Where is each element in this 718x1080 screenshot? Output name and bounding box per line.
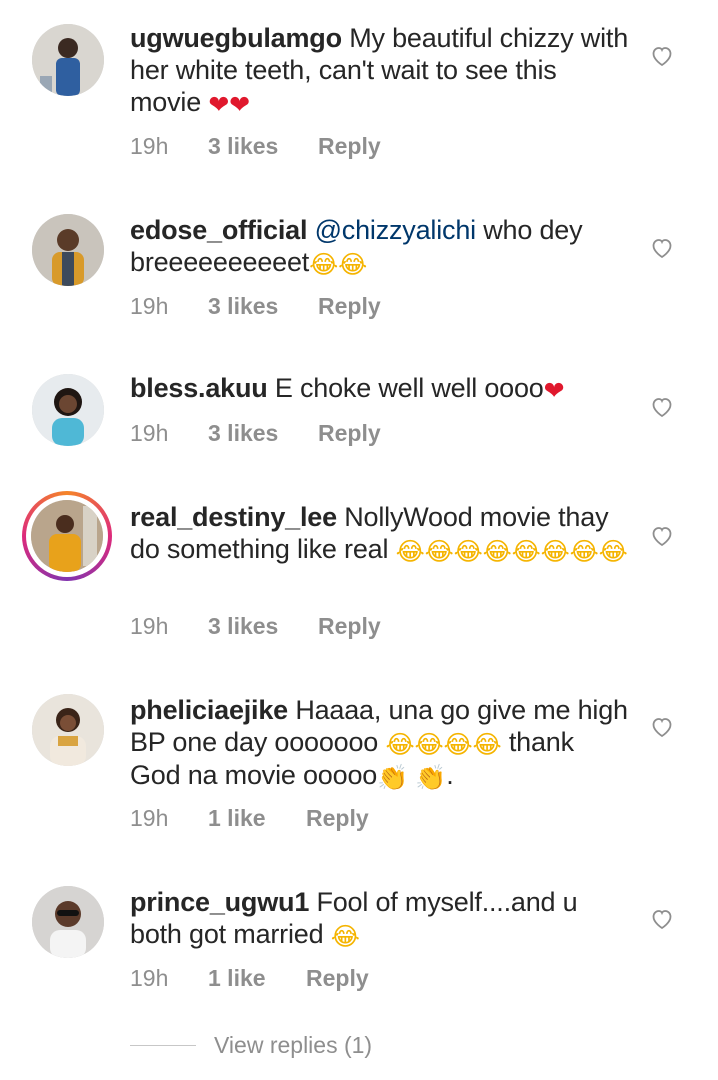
laughing-emoji-icon: 😂 (414, 731, 444, 759)
clapping-hands-emoji-icon: 👏 (415, 764, 447, 792)
comment-time: 19h (130, 805, 169, 831)
comment-likes[interactable]: 3 likes (208, 292, 318, 320)
comment-meta: 19h 3 likes Reply (130, 132, 381, 160)
laughing-emoji-icon: 😂 (395, 538, 425, 566)
comment-likes[interactable]: 1 like (208, 964, 306, 992)
comment-likes[interactable]: 3 likes (208, 132, 318, 160)
red-heart-emoji-icon: ❤ (229, 91, 250, 119)
like-heart-icon[interactable] (650, 907, 674, 931)
laughing-emoji-icon: 😂 (569, 538, 599, 566)
red-heart-emoji-icon: ❤ (543, 377, 565, 405)
like-heart-icon[interactable] (650, 524, 674, 548)
red-heart-emoji-icon: ❤ (208, 91, 230, 119)
reply-button[interactable]: Reply (318, 292, 381, 320)
comment-text: bless.akuu E choke well well oooo❤ (130, 372, 630, 405)
comment-time: 19h (130, 420, 169, 446)
comment-text: real_destiny_lee NollyWood movie thay do… (130, 501, 630, 566)
laughing-emoji-icon: 😂 (424, 538, 454, 566)
reply-button[interactable]: Reply (318, 419, 381, 447)
view-replies-label: View replies (1) (214, 1032, 373, 1058)
comment-username[interactable]: edose_official (130, 215, 307, 245)
laughing-emoji-icon: 😂 (540, 538, 570, 566)
comment-time: 19h (130, 613, 169, 639)
comment-time: 19h (130, 133, 169, 159)
avatar-photo (32, 886, 104, 958)
comment-username[interactable]: bless.akuu (130, 373, 268, 403)
comment-likes[interactable]: 1 like (208, 804, 306, 832)
laughing-emoji-icon: 😂 (482, 538, 512, 566)
clapping-hands-emoji-icon: 👏 (377, 764, 409, 792)
story-ring[interactable] (22, 491, 112, 581)
reply-button[interactable]: Reply (306, 804, 369, 832)
comment-meta: 19h 1 like Reply (130, 804, 369, 832)
comment-meta: 19h 3 likes Reply (130, 419, 381, 447)
comment-username[interactable]: ugwuegbulamgo (130, 23, 342, 53)
comment-username[interactable]: real_destiny_lee (130, 502, 337, 532)
reply-button[interactable]: Reply (306, 964, 369, 992)
avatar[interactable] (32, 214, 104, 286)
laughing-emoji-icon: 😂 (443, 731, 473, 759)
comment-likes[interactable]: 3 likes (208, 419, 318, 447)
avatar-photo (32, 214, 104, 286)
comment-text: pheliciaejike Haaaa, una go give me high… (130, 694, 630, 792)
avatar[interactable] (32, 886, 104, 958)
avatar-photo (32, 24, 104, 96)
divider-line (130, 1045, 196, 1046)
reply-button[interactable]: Reply (318, 132, 381, 160)
comment-time: 19h (130, 965, 169, 991)
avatar[interactable] (32, 694, 104, 766)
laughing-emoji-icon: 😂 (453, 538, 483, 566)
comment-text: edose_official @chizzyalichi who dey bre… (130, 214, 630, 279)
avatar-photo (32, 374, 104, 446)
comment-username[interactable]: prince_ugwu1 (130, 887, 309, 917)
avatar[interactable] (32, 24, 104, 96)
reply-button[interactable]: Reply (318, 612, 381, 640)
laughing-emoji-icon: 😂 (385, 731, 415, 759)
like-heart-icon[interactable] (650, 236, 674, 260)
comment-text: ugwuegbulamgo My beautiful chizzy with h… (130, 22, 630, 119)
comment-body-end: . (446, 760, 454, 790)
avatar[interactable] (32, 374, 104, 446)
mention-link[interactable]: @chizzyalichi (315, 215, 477, 245)
laughing-emoji-icon: 😂 (338, 251, 368, 279)
laughing-emoji-icon: 😂 (511, 538, 541, 566)
like-heart-icon[interactable] (650, 44, 674, 68)
like-heart-icon[interactable] (650, 715, 674, 739)
laughing-emoji-icon: 😂 (598, 538, 628, 566)
comment-time: 19h (130, 293, 169, 319)
laughing-emoji-icon: 😂 (309, 251, 339, 279)
laughing-emoji-icon: 😂 (472, 731, 502, 759)
comment-meta: 19h 3 likes Reply (130, 292, 381, 320)
view-replies-button[interactable]: View replies (1) (130, 1032, 372, 1059)
comment-meta: 19h 1 like Reply (130, 964, 369, 992)
like-heart-icon[interactable] (650, 395, 674, 419)
comment-body: E choke well well oooo (274, 373, 544, 403)
avatar (31, 500, 103, 572)
comment-text: prince_ugwu1 Fool of myself....and u bot… (130, 886, 630, 951)
comment-meta: 19h 3 likes Reply (130, 612, 381, 640)
comment-username[interactable]: pheliciaejike (130, 695, 288, 725)
comment-likes[interactable]: 3 likes (208, 612, 318, 640)
laughing-emoji-icon: 😂 (330, 923, 360, 951)
avatar-photo (32, 694, 104, 766)
avatar-photo (31, 500, 103, 572)
